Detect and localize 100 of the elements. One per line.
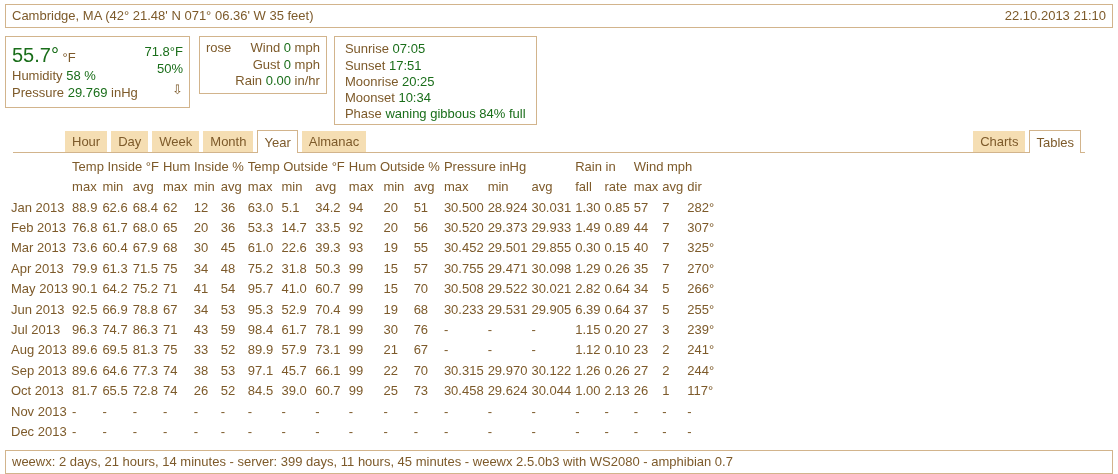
column-header: avg [531,179,553,195]
table-cell: 239° [687,321,715,337]
table-cell: 38 [193,362,209,378]
table-cell: 62.6 [102,199,128,215]
tab[interactable]: Hour [65,130,108,152]
table-cell: 99 [348,301,364,317]
tab[interactable]: Charts [973,130,1026,152]
table-cell: 68 [413,301,429,317]
row-label: Dec 2013 [11,423,67,439]
table-cell: 70.4 [315,301,341,317]
tab[interactable]: Tables [1029,129,1081,153]
table-cell: 68 [162,240,178,256]
table-cell: 6.39 [575,301,601,317]
table-cell: 29.522 [487,281,528,297]
table-cell: 5 [662,301,670,317]
table-cell: 244° [687,362,715,378]
column-group-header: Temp Outside °F [247,158,345,174]
table-cell: 19 [383,240,398,256]
table-cell: 57 [633,199,649,215]
column-header: rate [604,179,627,195]
almanac-value: 20:25 [402,73,435,89]
table-cell: - [604,403,609,419]
wind-unit: mph [294,40,320,56]
table-cell: 71 [162,321,178,337]
table-cell: 14.7 [281,220,307,235]
table-cell: 30 [383,321,398,337]
column-header: avg [413,179,435,195]
table-cell: 74 [162,362,178,378]
table-cell: 0.89 [604,220,630,235]
table-cell: 84.5 [247,383,274,399]
tab[interactable]: Week [152,130,200,152]
table-cell: - [575,403,580,419]
table-cell: 7 [662,260,670,276]
table-cell: 2 [662,342,670,358]
table-cell: 34 [193,260,209,276]
table-cell: 34 [633,281,649,297]
column-header: min [487,179,509,195]
table-cell: 1.29 [575,260,601,276]
table-cell: 61.3 [102,260,128,276]
table-cell: - [443,403,449,419]
table-cell: 81.3 [132,342,158,358]
table-cell: 64.2 [102,281,128,297]
table-cell: 26 [633,383,649,399]
table-cell: 29.855 [531,240,572,256]
tab[interactable]: Day [111,130,149,152]
table-cell: 30.031 [531,199,572,215]
table-cell: 41.0 [281,281,307,297]
table-cell: - [72,423,77,439]
table-cell: 0.10 [604,342,630,358]
pressure-unit: inHg [111,84,138,100]
table-cell: 67.9 [132,240,158,256]
table-cell: 37 [633,301,649,317]
table-cell: 78.8 [132,301,158,317]
table-cell: 89.9 [247,342,274,358]
trend-arrow: ⇩ [172,81,183,98]
row-label: May 2013 [11,281,69,297]
tab[interactable]: Almanac [301,130,367,152]
tab[interactable]: Month [203,130,254,152]
table-cell: - [193,403,199,419]
tab[interactable]: Year [257,129,298,153]
column-header: fall [575,179,592,195]
table-cell: 33.5 [315,220,341,235]
table-cell: 39.0 [281,383,307,399]
table-cell: 0.26 [604,260,630,276]
table-cell: 21 [383,342,398,358]
table-cell: 0.26 [604,362,630,378]
table-cell: 62 [162,199,178,215]
table-cell: 30.021 [531,281,572,297]
table-cell: 52 [220,383,236,399]
table-cell: 88.9 [72,199,98,215]
table-cell: 53 [220,301,236,317]
table-cell: 99 [348,342,364,358]
table-cell: - [383,403,388,419]
table-cell: 43 [193,321,209,337]
table-cell: 60.4 [102,240,128,256]
almanac-label: Sunrise [344,41,389,57]
table-cell: 29.531 [487,301,528,317]
table-cell: - [348,423,354,439]
table-cell: - [575,423,580,439]
column-group-header: Wind mph [633,158,693,174]
column-group-header: Pressure inHg [443,158,527,174]
table-cell: 5 [662,281,670,297]
table-cell: 34 [193,301,209,317]
table-cell: 325° [687,240,715,256]
table-cell: 20 [193,220,209,235]
wind-label: Gust [252,56,281,72]
table-cell: 33 [193,342,209,358]
almanac-label: Sunset [344,57,386,73]
table-cell: - [383,423,388,439]
table-cell: 30.520 [443,220,484,235]
table-cell: 67 [162,301,178,317]
column-header: avg [132,179,154,195]
table-cell: 7 [662,199,670,215]
table-cell: 56 [413,220,429,235]
column-header: min [383,179,405,195]
table-cell: 30.098 [531,260,572,276]
table-cell: 30.315 [443,362,484,378]
table-cell: 307° [687,220,715,235]
table-cell: 45 [220,240,236,256]
wind-unit: in/hr [294,72,320,88]
